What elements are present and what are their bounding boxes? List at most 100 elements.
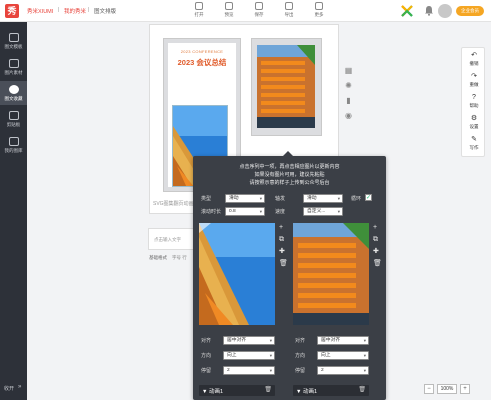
sparkle-icon[interactable]: ✺ bbox=[344, 81, 353, 90]
grid-icon[interactable]: ▦ bbox=[344, 66, 353, 75]
speed-select[interactable]: 自定义... ▾ bbox=[303, 207, 343, 216]
zoom-in-button[interactable]: + bbox=[460, 383, 470, 394]
sidebar-item-images[interactable]: 图片素材 bbox=[0, 55, 27, 79]
popup-tip: 如果没有图片可用，建议先粘贴 bbox=[254, 172, 325, 178]
duration-label: 滚动时长 bbox=[201, 209, 222, 215]
top-bar: 秀 秀米XIUMI | 我的秀米 | 图文排版 打开 预览 保存 导出 更多 企… bbox=[0, 0, 491, 22]
copy-icon[interactable]: ⧉ bbox=[279, 236, 284, 244]
axis-label: 轴发 bbox=[275, 196, 286, 202]
popup-tip: 点击序列中一项，再点击相应图片以更新内容 bbox=[239, 164, 340, 170]
open-button[interactable]: 打开 bbox=[190, 2, 208, 20]
stop-input[interactable]: 2 ▾ bbox=[223, 366, 275, 375]
popup-tip: 请按照示意的样子上传到公众号后台 bbox=[249, 180, 330, 186]
save-button[interactable]: 保存 bbox=[250, 2, 268, 20]
breadcrumb-my-xiumi[interactable]: 我的秀米 bbox=[64, 7, 86, 15]
duration-select[interactable]: 0.8 ▾ bbox=[225, 207, 265, 216]
sidebar-item-gallery[interactable]: 我的图库 bbox=[0, 133, 27, 157]
frame-image-1[interactable] bbox=[199, 223, 275, 325]
more-button[interactable]: 更多 bbox=[310, 2, 328, 20]
sidebar-item-templates[interactable]: 图文模板 bbox=[0, 29, 27, 53]
conference-title: 2023 会议总结 bbox=[177, 58, 227, 67]
stop-label: 停留 bbox=[201, 368, 212, 374]
zoom-value[interactable]: 100% bbox=[437, 383, 457, 394]
brand-logo-icon[interactable] bbox=[400, 4, 414, 18]
image-icon bbox=[8, 59, 19, 68]
left-sidebar: 图文模板 图片素材 图文收藏 剪贴板 我的图库 收开 » bbox=[0, 22, 27, 400]
loop-checkbox[interactable]: ✓ bbox=[365, 194, 372, 201]
animation-settings-popup: 点击序列中一项，再点击相应图片以更新内容 如果没有图片可用，建议先粘贴 请按照示… bbox=[193, 151, 386, 400]
preview-icon bbox=[225, 2, 233, 10]
help-button[interactable]: ? 帮助 bbox=[462, 94, 486, 109]
loop-label: 循环 bbox=[351, 196, 362, 202]
trash-icon[interactable]: 🗑 bbox=[373, 260, 382, 268]
save-icon bbox=[255, 2, 263, 10]
trash-icon[interactable]: 🗑 bbox=[279, 260, 288, 268]
frame-image-2[interactable] bbox=[293, 223, 369, 325]
avatar[interactable] bbox=[438, 4, 452, 18]
insert-icon[interactable]: ✚ bbox=[279, 248, 285, 256]
copy-icon[interactable]: ⧉ bbox=[373, 236, 378, 244]
direction-select[interactable]: 向上 ▾ bbox=[223, 351, 275, 360]
favorite-icon bbox=[8, 85, 19, 94]
vip-badge[interactable]: 企业会员 bbox=[456, 6, 484, 16]
sidebar-collapse-label[interactable]: 收开 bbox=[4, 385, 14, 392]
write-button[interactable]: ✎ 写作 bbox=[462, 136, 486, 151]
bar-chart-icon[interactable]: ▮ bbox=[344, 96, 353, 105]
breadcrumb-separator: | bbox=[88, 7, 90, 13]
add-icon[interactable]: + bbox=[373, 224, 377, 232]
insert-icon[interactable]: ✚ bbox=[373, 248, 379, 256]
frame-header-2[interactable]: ▼ 动画1 🗑 bbox=[293, 385, 369, 396]
folder-icon bbox=[195, 2, 203, 10]
undo-button[interactable]: ↶ 撤销 bbox=[462, 52, 486, 67]
stop-input[interactable]: 2 ▾ bbox=[317, 366, 369, 375]
breadcrumb-current: 图文排版 bbox=[94, 9, 117, 15]
clipboard-icon bbox=[8, 111, 19, 120]
toolbar: 打开 预览 保存 导出 更多 bbox=[190, 2, 328, 20]
direction-label: 方向 bbox=[295, 353, 306, 359]
preview-button[interactable]: 预览 bbox=[220, 2, 238, 20]
bell-icon[interactable] bbox=[424, 5, 434, 16]
gallery-icon bbox=[8, 137, 19, 146]
breadcrumb-home[interactable]: 秀米XIUMI bbox=[27, 7, 53, 15]
undo-icon: ↶ bbox=[471, 52, 477, 59]
slide-card-right[interactable] bbox=[251, 38, 322, 136]
more-icon bbox=[315, 2, 323, 10]
redo-button[interactable]: ↷ 重做 bbox=[462, 73, 486, 88]
redo-icon: ↷ bbox=[471, 73, 477, 80]
align-label: 对齐 bbox=[201, 338, 212, 344]
settings-icon: ⚙ bbox=[470, 115, 478, 122]
building-photo bbox=[257, 45, 315, 128]
breadcrumb-separator: | bbox=[58, 7, 60, 13]
add-icon[interactable]: + bbox=[279, 224, 283, 232]
conference-subtitle: 2023 CONFERENCE bbox=[180, 49, 224, 54]
align-select[interactable]: 居中对齐 ▾ bbox=[317, 336, 369, 345]
template-icon bbox=[8, 33, 19, 42]
type-select[interactable]: 滑动 ▾ bbox=[225, 194, 265, 203]
trash-icon[interactable]: 🗑 bbox=[358, 386, 366, 393]
font-size-label: 字号 行 bbox=[172, 255, 187, 260]
align-select[interactable]: 居中对齐 ▾ bbox=[223, 336, 275, 345]
type-label: 类型 bbox=[201, 196, 212, 202]
zoom-control: − 100% + bbox=[424, 383, 488, 394]
eye-icon[interactable]: ◉ bbox=[344, 111, 353, 120]
base-format-label: 基础格式 bbox=[149, 255, 167, 260]
stop-label: 停留 bbox=[295, 368, 306, 374]
help-icon: ? bbox=[472, 94, 476, 101]
frame-header-1[interactable]: ▼ 动画1 🗑 bbox=[199, 385, 275, 396]
xiumi-logo[interactable]: 秀 bbox=[5, 4, 19, 18]
collapse-icon[interactable]: » bbox=[18, 384, 21, 390]
right-toolbar: ↶ 撤销 ↷ 重做 ? 帮助 ⚙ 设置 ✎ 写作 bbox=[461, 47, 485, 157]
export-button[interactable]: 导出 bbox=[280, 2, 298, 20]
sidebar-item-favorites[interactable]: 图文收藏 bbox=[0, 81, 27, 105]
axis-select[interactable]: 滑动 ▾ bbox=[303, 194, 343, 203]
speed-label: 速度 bbox=[275, 209, 286, 215]
direction-label: 方向 bbox=[201, 353, 212, 359]
write-icon: ✎ bbox=[471, 136, 477, 143]
settings-button[interactable]: ⚙ 设置 bbox=[462, 115, 486, 130]
trash-icon[interactable]: 🗑 bbox=[264, 386, 272, 393]
text-placeholder: 点击输入文字 bbox=[154, 237, 181, 242]
sidebar-item-clipboard[interactable]: 剪贴板 bbox=[0, 107, 27, 131]
zoom-out-button[interactable]: − bbox=[424, 383, 434, 394]
export-icon bbox=[285, 2, 293, 10]
direction-select[interactable]: 向上 ▾ bbox=[317, 351, 369, 360]
